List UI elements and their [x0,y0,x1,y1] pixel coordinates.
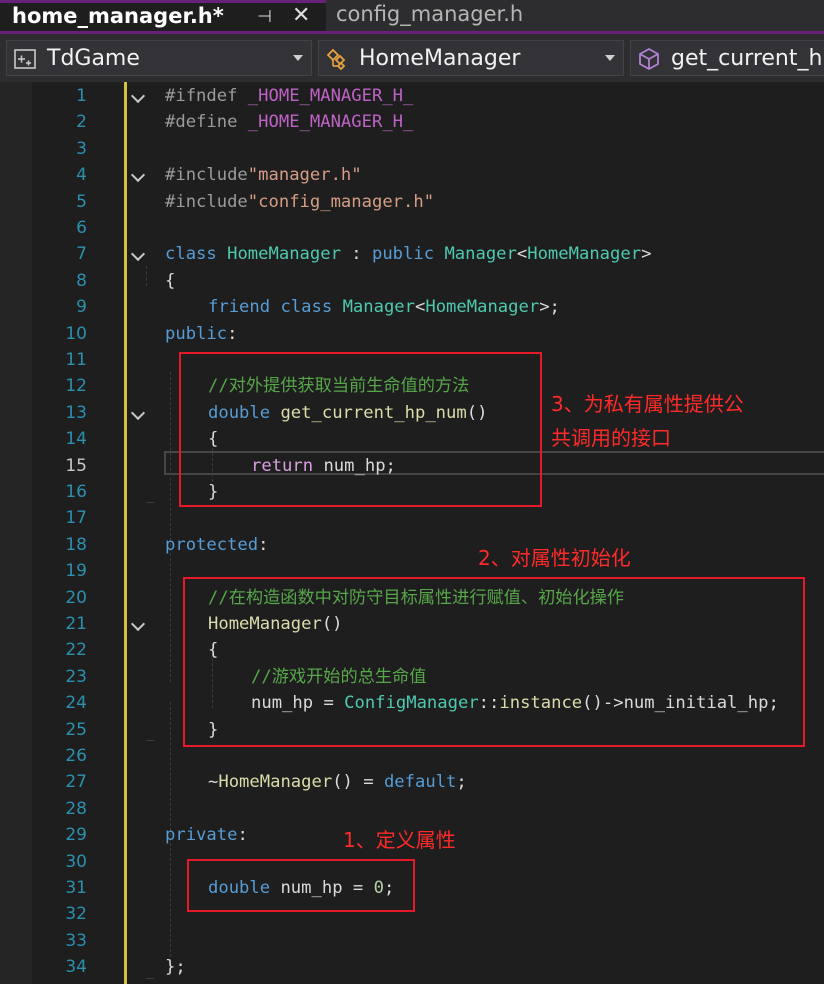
line-number: 8 [76,270,87,291]
line-text: #define _HOME_MANAGER_H_ [165,112,414,133]
line-text: private: [165,825,248,846]
member-dropdown[interactable]: get_current_h [630,40,824,76]
code-line[interactable]: 9 friend class Manager<HomeManager>; [0,294,824,320]
line-text: protected: [165,534,269,555]
line-number: 28 [65,798,87,819]
line-number: 33 [65,930,87,951]
line-number: 15 [65,455,87,476]
code-line[interactable]: 8 { [0,268,824,294]
line-number: 24 [65,693,87,714]
tab-label: config_manager.h [336,2,524,26]
line-text: #ifndef _HOME_MANAGER_H_ [165,86,414,106]
code-editor[interactable]: 1 #ifndef _HOME_MANAGER_H_ 2 #define _HO… [0,82,824,984]
code-line[interactable]: 7 class HomeManager : public Manager<Hom… [0,241,824,267]
code-line[interactable]: 4 #include"manager.h" [0,162,824,188]
class-name: HomeManager [359,46,521,71]
class-dropdown[interactable]: HomeManager [318,40,624,76]
annotation-note-3-line1: 3、为私有属性提供公 [551,392,744,416]
line-number: 18 [65,534,87,555]
line-text: #include"config_manager.h" [165,191,435,212]
line-number: 27 [65,772,87,793]
line-number: 34 [65,957,87,978]
line-text: #include"manager.h" [165,165,362,186]
line-number: 31 [65,878,87,898]
line-number: 32 [65,904,87,925]
code-line[interactable]: 5 #include"config_manager.h" [0,189,824,215]
collapse-chevron-icon[interactable] [130,168,146,183]
annotation-note-1: 1、定义属性 [343,828,456,852]
line-number: 5 [76,191,87,212]
line-number: 4 [76,165,87,186]
line-text: public: [165,323,238,344]
line-number: 20 [65,587,87,608]
pin-icon[interactable]: ⊣ [257,6,272,28]
project-name: TdGame [47,46,140,71]
annotation-box-getter [179,352,542,507]
line-number: 10 [65,323,87,344]
navigation-bar: TdGame HomeManager get_current_h [0,34,824,82]
project-dropdown[interactable]: TdGame [6,40,312,76]
collapse-chevron-icon[interactable] [130,88,146,104]
code-line[interactable]: 27 ~HomeManager() = default; [0,769,824,795]
line-number: 26 [65,746,87,766]
code-line[interactable]: 3 [0,136,824,162]
method-cube-icon [639,47,659,71]
tab-config-manager-h[interactable]: config_manager.h [326,0,626,31]
collapse-chevron-icon[interactable] [130,616,146,632]
member-name: get_current_h [671,46,823,71]
code-line[interactable]: 2 #define _HOME_MANAGER_H_ [0,109,824,135]
line-number: 30 [65,851,87,872]
line-number: 2 [76,112,87,133]
project-icon [14,49,36,69]
code-line[interactable]: 17 [0,505,824,531]
line-number: 6 [76,218,87,238]
code-line[interactable]: 34 }; [0,954,824,980]
annotation-note-2: 2、对属性初始化 [478,546,631,570]
line-number: 3 [76,138,87,159]
annotation-note-3-line2: 共调用的接口 [551,426,671,450]
line-number: 25 [65,719,87,740]
annotation-box-field [187,859,415,912]
code-line[interactable]: 33 [0,928,824,954]
annotation-box-constructor [183,577,805,747]
code-line[interactable]: 28 [0,796,824,822]
close-icon[interactable]: ✕ [292,4,310,28]
collapse-chevron-icon[interactable] [130,247,146,262]
line-number: 16 [65,482,87,502]
line-number: 22 [65,640,87,661]
line-number: 9 [76,297,87,318]
line-number: 14 [65,429,87,450]
line-number: 13 [65,402,87,423]
code-line[interactable]: 10 public: [0,321,824,347]
line-text: class HomeManager : public Manager<HomeM… [165,244,652,265]
line-number: 1 [76,86,87,106]
class-icon [326,48,346,71]
line-number: 7 [76,244,87,265]
chevron-down-icon [293,55,303,61]
document-tab-bar: home_manager.h* ⊣ ✕ config_manager.h [0,0,824,31]
line-text: friend class Manager<HomeManager>; [208,297,560,318]
line-number: 17 [65,508,87,529]
line-number: 12 [65,376,87,397]
tab-home-manager-h[interactable]: home_manager.h* ⊣ ✕ [0,0,326,31]
line-number: 21 [65,614,87,634]
tab-label: home_manager.h* [12,4,224,28]
line-text: { [165,270,176,291]
chevron-down-icon [605,55,615,61]
collapse-chevron-icon[interactable] [130,405,146,420]
code-line[interactable]: 18 protected: [0,532,824,558]
line-number: 29 [65,825,87,846]
line-number: 23 [65,666,87,687]
line-text: }; [165,957,186,978]
line-text: ~HomeManager() = default; [208,772,467,793]
code-line[interactable]: 1 #ifndef _HOME_MANAGER_H_ [0,83,824,109]
line-number: 19 [65,561,87,582]
code-line[interactable]: 6 [0,215,824,241]
line-number: 11 [65,350,87,370]
